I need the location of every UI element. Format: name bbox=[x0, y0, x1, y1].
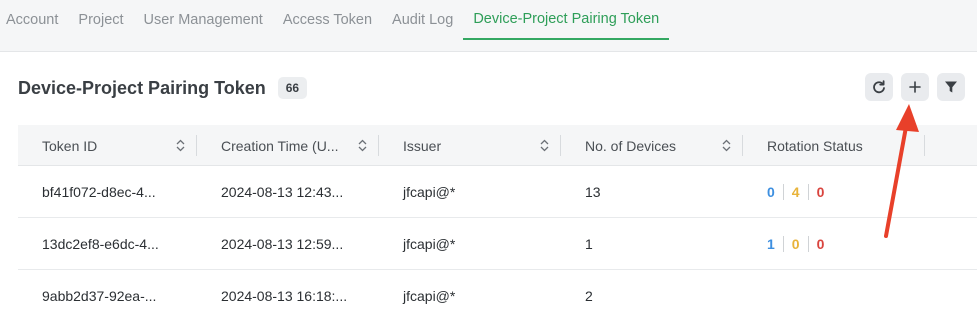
tab-access-token[interactable]: Access Token bbox=[273, 0, 382, 40]
creation-time-cell: 2024-08-13 12:43... bbox=[221, 184, 344, 200]
page-header: Device-Project Pairing Token 66 bbox=[18, 74, 308, 102]
rotation-count-blue: 0 bbox=[767, 184, 775, 200]
rotation-status-cell: 0 4 0 bbox=[743, 166, 925, 218]
tokens-table: Token ID Creation Time (U... Issuer No. … bbox=[18, 125, 977, 315]
tab-user-management[interactable]: User Management bbox=[134, 0, 273, 40]
refresh-icon bbox=[873, 80, 885, 94]
tab-project[interactable]: Project bbox=[68, 0, 133, 40]
column-header-label: Token ID bbox=[42, 137, 98, 154]
filter-icon bbox=[945, 81, 957, 93]
divider bbox=[807, 236, 809, 252]
column-header-issuer[interactable]: Issuer bbox=[379, 125, 561, 166]
devices-cell: 2 bbox=[585, 288, 593, 304]
devices-cell: 13 bbox=[585, 184, 601, 200]
table-row[interactable]: bf41f072-d8ec-4... 2024-08-13 12:43... j… bbox=[18, 166, 977, 218]
sort-icon[interactable] bbox=[540, 139, 549, 152]
sort-icon[interactable] bbox=[358, 139, 367, 152]
issuer-cell: jfcapi@* bbox=[403, 288, 456, 304]
table-row[interactable]: 13dc2ef8-e6dc-4... 2024-08-13 12:59... j… bbox=[18, 218, 977, 270]
column-header-label: No. of Devices bbox=[585, 137, 677, 154]
rotation-status-cell bbox=[743, 270, 925, 315]
column-header-label: Issuer bbox=[403, 137, 442, 154]
add-token-button[interactable] bbox=[901, 73, 929, 101]
rotation-count-yellow: 0 bbox=[791, 236, 800, 252]
table-header: Token ID Creation Time (U... Issuer No. … bbox=[18, 125, 977, 166]
creation-time-cell: 2024-08-13 16:18:... bbox=[221, 288, 348, 304]
column-header-token-id[interactable]: Token ID bbox=[18, 125, 197, 166]
tab-audit-log[interactable]: Audit Log bbox=[382, 0, 463, 40]
creation-time-cell: 2024-08-13 12:59... bbox=[221, 236, 344, 252]
rotation-status: 0 4 0 bbox=[767, 184, 824, 200]
rotation-count-red: 0 bbox=[816, 184, 825, 200]
column-header-label: Rotation Status bbox=[767, 137, 863, 154]
column-header-rotation-status: Rotation Status bbox=[743, 125, 925, 166]
token-id-cell: 13dc2ef8-e6dc-4... bbox=[42, 236, 159, 252]
count-badge: 66 bbox=[277, 77, 308, 99]
sort-icon[interactable] bbox=[176, 139, 185, 152]
refresh-button[interactable] bbox=[865, 73, 893, 101]
issuer-cell: jfcapi@* bbox=[403, 184, 456, 200]
rotation-count-blue: 1 bbox=[767, 236, 775, 252]
plus-icon bbox=[909, 81, 921, 93]
rotation-status: 1 0 0 bbox=[767, 236, 824, 252]
column-header-label: Creation Time (U... bbox=[221, 137, 339, 154]
table-row[interactable]: 9abb2d37-92ea-... 2024-08-13 16:18:... j… bbox=[18, 270, 977, 315]
column-header-devices[interactable]: No. of Devices bbox=[561, 125, 743, 166]
divider bbox=[782, 184, 784, 200]
tab-account[interactable]: Account bbox=[0, 0, 68, 40]
issuer-cell: jfcapi@* bbox=[403, 236, 456, 252]
token-id-cell: bf41f072-d8ec-4... bbox=[42, 184, 156, 200]
divider bbox=[782, 236, 784, 252]
column-divider[interactable] bbox=[924, 135, 925, 156]
sort-icon[interactable] bbox=[722, 139, 731, 152]
rotation-count-red: 0 bbox=[816, 236, 825, 252]
tab-device-project-pairing-token[interactable]: Device-Project Pairing Token bbox=[463, 0, 670, 40]
rotation-count-yellow: 4 bbox=[791, 184, 800, 200]
settings-tabs: Account Project User Management Access T… bbox=[0, 0, 670, 40]
page-title: Device-Project Pairing Token bbox=[18, 77, 266, 98]
token-id-cell: 9abb2d37-92ea-... bbox=[42, 288, 157, 304]
filter-button[interactable] bbox=[937, 73, 965, 101]
devices-cell: 1 bbox=[585, 236, 593, 252]
column-header-creation-time[interactable]: Creation Time (U... bbox=[197, 125, 379, 166]
rotation-status-cell: 1 0 0 bbox=[743, 218, 925, 270]
divider bbox=[807, 184, 809, 200]
